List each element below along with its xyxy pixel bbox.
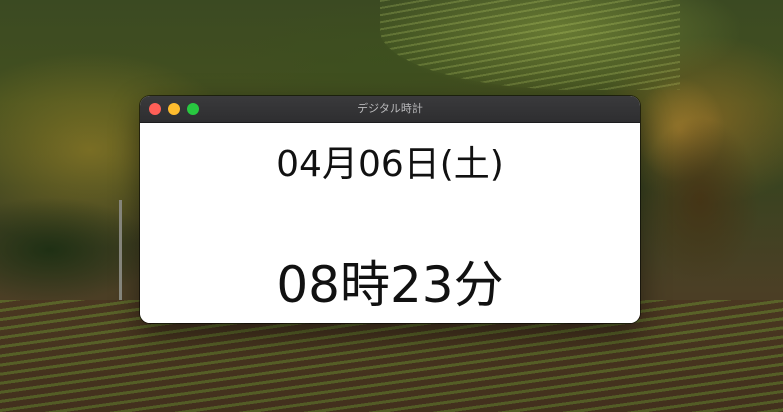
- clock-content: 04月06日(土) 08時23分: [140, 123, 640, 323]
- title-bar[interactable]: デジタル時計: [140, 96, 640, 123]
- wallpaper-trees: [0, 190, 160, 310]
- window-title: デジタル時計: [357, 102, 423, 115]
- desktop-wallpaper: デジタル時計 04月06日(土) 08時23分: [0, 0, 783, 412]
- digital-clock-window: デジタル時計 04月06日(土) 08時23分: [140, 96, 640, 323]
- date-display: 04月06日(土): [276, 144, 504, 185]
- wallpaper-pole: [119, 200, 122, 305]
- time-display: 08時23分: [276, 256, 504, 314]
